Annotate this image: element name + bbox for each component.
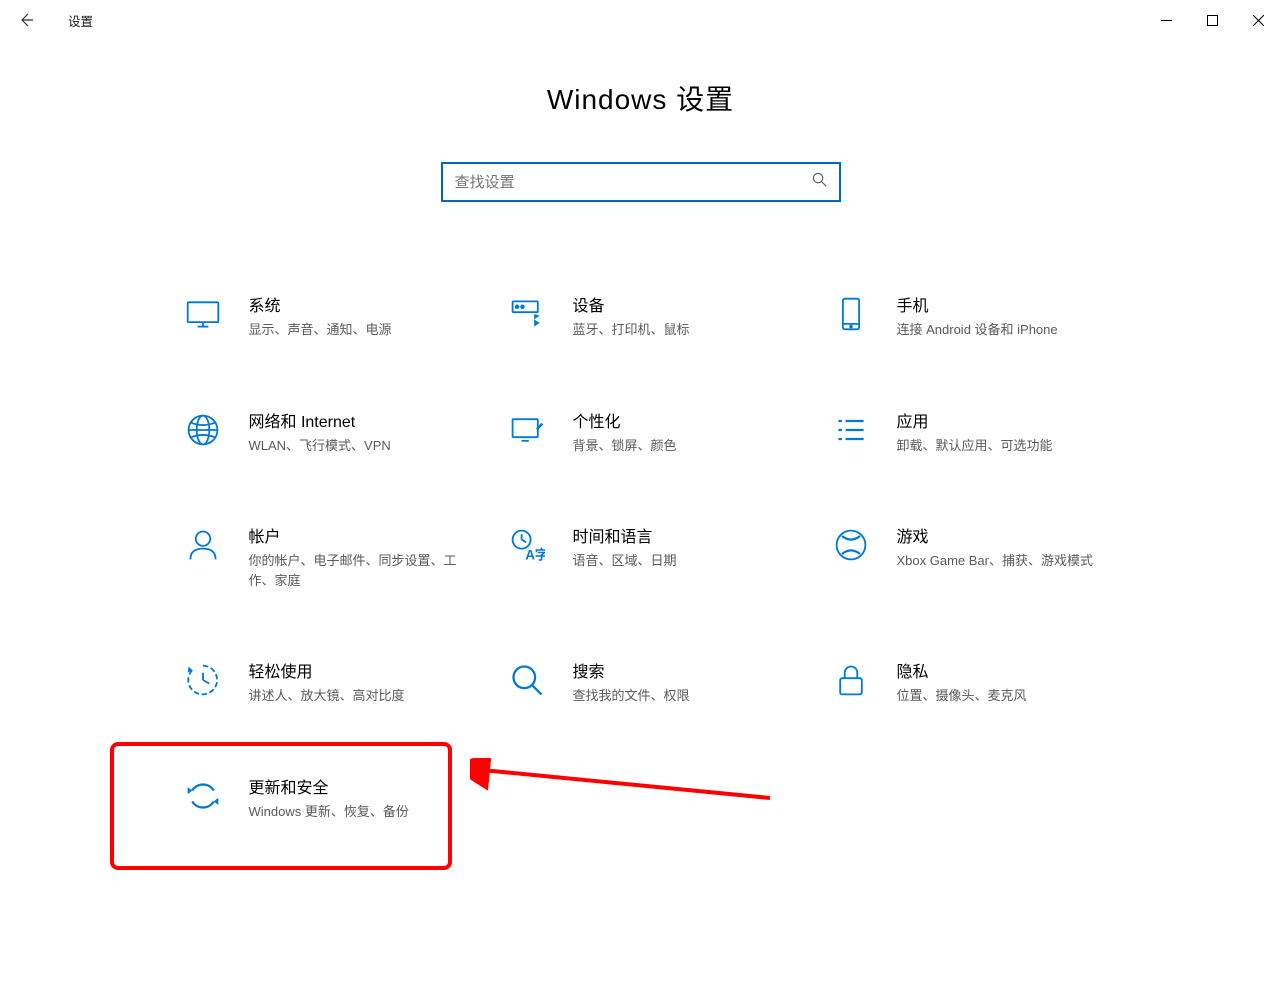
maximize-icon <box>1207 15 1218 26</box>
search-icon <box>812 172 827 192</box>
phone-icon <box>831 294 871 334</box>
tile-privacy[interactable]: 隐私 位置、摄像头、麦克风 <box>805 654 1125 710</box>
minimize-icon <box>1161 15 1172 26</box>
tile-system[interactable]: 系统 显示、声音、通知、电源 <box>157 288 477 344</box>
titlebar: 设置 <box>0 0 1281 40</box>
close-icon <box>1253 15 1264 26</box>
tile-accounts[interactable]: 帐户 你的帐户、电子邮件、同步设置、工作、家庭 <box>157 519 477 594</box>
tile-text: 系统 显示、声音、通知、电源 <box>249 292 392 340</box>
tile-phone[interactable]: 手机 连接 Android 设备和 iPhone <box>805 288 1125 344</box>
tile-title: 手机 <box>897 292 1058 316</box>
person-icon <box>183 525 223 565</box>
minimize-button[interactable] <box>1143 4 1189 36</box>
tile-text: 帐户 你的帐户、电子邮件、同步设置、工作、家庭 <box>249 523 469 590</box>
tile-title: 帐户 <box>249 523 469 547</box>
tile-text: 搜索 查找我的文件、权限 <box>573 658 690 706</box>
tile-desc: 讲述人、放大镜、高对比度 <box>249 686 405 706</box>
window-title: 设置 <box>68 11 93 30</box>
tile-title: 网络和 Internet <box>249 408 391 432</box>
search-box[interactable] <box>441 162 841 202</box>
window-controls <box>1143 4 1281 36</box>
maximize-button[interactable] <box>1189 4 1235 36</box>
globe-icon <box>183 410 223 450</box>
tile-title: 搜索 <box>573 658 690 682</box>
tile-title: 个性化 <box>573 408 677 432</box>
tile-desc: 背景、锁屏、颜色 <box>573 436 677 456</box>
titlebar-left: 设置 <box>12 6 93 34</box>
system-icon <box>183 294 223 334</box>
tile-desc: 连接 Android 设备和 iPhone <box>897 320 1058 340</box>
tile-personalization[interactable]: 个性化 背景、锁屏、颜色 <box>481 404 801 460</box>
settings-tiles: 系统 显示、声音、通知、电源 设备 蓝牙、打印机、鼠标 手机 连接 Androi… <box>0 288 1281 825</box>
tile-text: 轻松使用 讲述人、放大镜、高对比度 <box>249 658 405 706</box>
tile-desc: Xbox Game Bar、捕获、游戏模式 <box>897 551 1094 571</box>
tile-title: 应用 <box>897 408 1053 432</box>
svg-text:A字: A字 <box>525 546 545 562</box>
tile-text: 手机 连接 Android 设备和 iPhone <box>897 292 1058 340</box>
tile-text: 个性化 背景、锁屏、颜色 <box>573 408 677 456</box>
magnifier-icon <box>507 660 547 700</box>
tile-title: 轻松使用 <box>249 658 405 682</box>
tile-desc: 查找我的文件、权限 <box>573 686 690 706</box>
tile-ease[interactable]: 轻松使用 讲述人、放大镜、高对比度 <box>157 654 477 710</box>
lock-icon <box>831 660 871 700</box>
tile-title: 设备 <box>573 292 690 316</box>
tile-devices[interactable]: 设备 蓝牙、打印机、鼠标 <box>481 288 801 344</box>
tile-desc: 你的帐户、电子邮件、同步设置、工作、家庭 <box>249 551 469 590</box>
tile-text: 应用 卸载、默认应用、可选功能 <box>897 408 1053 456</box>
back-button[interactable] <box>12 6 40 34</box>
tile-desc: 语音、区域、日期 <box>573 551 677 571</box>
tile-apps[interactable]: 应用 卸载、默认应用、可选功能 <box>805 404 1125 460</box>
search-input[interactable] <box>455 174 812 191</box>
tile-text: 游戏 Xbox Game Bar、捕获、游戏模式 <box>897 523 1094 571</box>
tile-desc: Windows 更新、恢复、备份 <box>249 802 409 822</box>
tile-gaming[interactable]: 游戏 Xbox Game Bar、捕获、游戏模式 <box>805 519 1125 594</box>
close-button[interactable] <box>1235 4 1281 36</box>
page-title: Windows 设置 <box>0 78 1281 118</box>
tile-text: 网络和 Internet WLAN、飞行模式、VPN <box>249 408 391 456</box>
tile-text: 时间和语言 语音、区域、日期 <box>573 523 677 571</box>
tile-text: 设备 蓝牙、打印机、鼠标 <box>573 292 690 340</box>
tile-title: 隐私 <box>897 658 1027 682</box>
update-icon <box>183 776 223 816</box>
tile-text: 更新和安全 Windows 更新、恢复、备份 <box>249 774 409 822</box>
tile-title: 时间和语言 <box>573 523 677 547</box>
tile-title: 更新和安全 <box>249 774 409 798</box>
tile-text: 隐私 位置、摄像头、麦克风 <box>897 658 1027 706</box>
xbox-icon <box>831 525 871 565</box>
arrow-left-icon <box>18 12 34 28</box>
tile-time[interactable]: A字 时间和语言 语音、区域、日期 <box>481 519 801 594</box>
ease-of-access-icon <box>183 660 223 700</box>
tile-title: 系统 <box>249 292 392 316</box>
tile-desc: 蓝牙、打印机、鼠标 <box>573 320 690 340</box>
tile-desc: 卸载、默认应用、可选功能 <box>897 436 1053 456</box>
tile-network[interactable]: 网络和 Internet WLAN、飞行模式、VPN <box>157 404 477 460</box>
time-language-icon: A字 <box>507 525 547 565</box>
tile-update[interactable]: 更新和安全 Windows 更新、恢复、备份 <box>157 770 477 826</box>
tile-search[interactable]: 搜索 查找我的文件、权限 <box>481 654 801 710</box>
devices-icon <box>507 294 547 334</box>
tile-desc: 位置、摄像头、麦克风 <box>897 686 1027 706</box>
tile-title: 游戏 <box>897 523 1094 547</box>
tile-desc: WLAN、飞行模式、VPN <box>249 436 391 456</box>
personalization-icon <box>507 410 547 450</box>
tile-desc: 显示、声音、通知、电源 <box>249 320 392 340</box>
apps-icon <box>831 410 871 450</box>
search-container <box>0 162 1281 202</box>
